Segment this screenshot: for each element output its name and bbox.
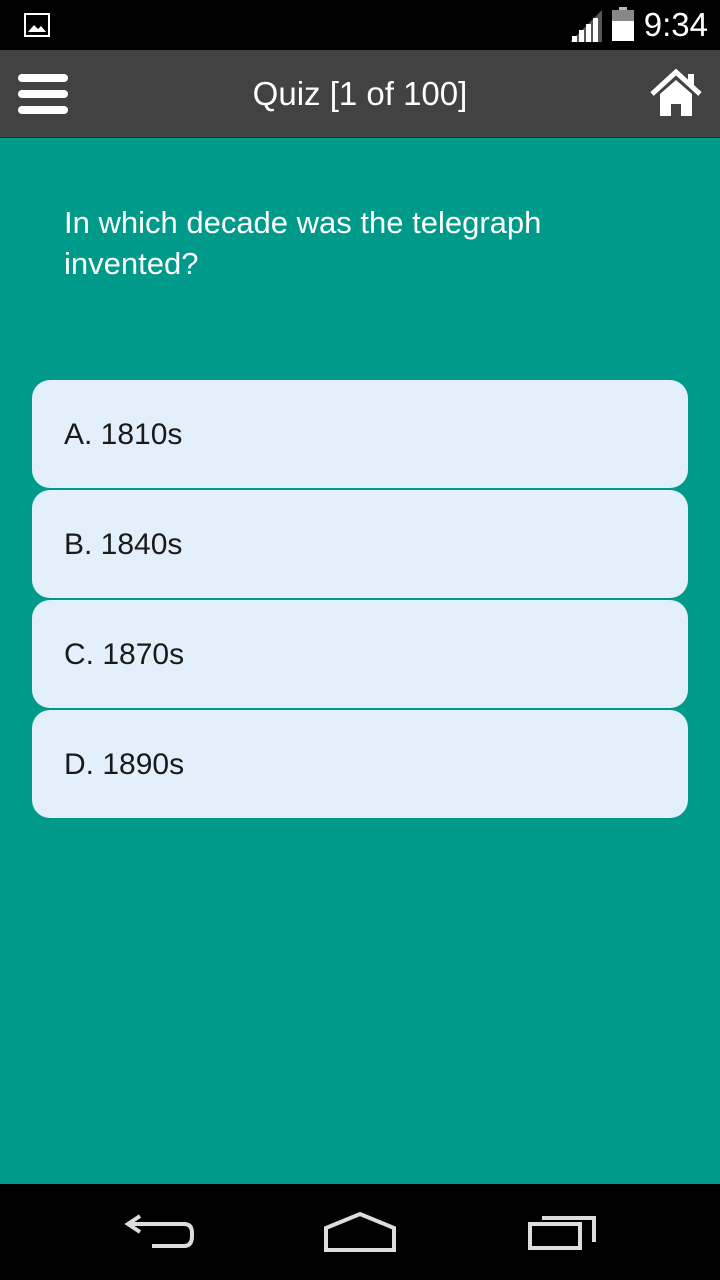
recent-apps-icon[interactable] (524, 1208, 600, 1256)
status-bar: 9:34 (0, 0, 720, 50)
home-icon[interactable] (648, 66, 704, 122)
system-nav-bar (0, 1184, 720, 1280)
quiz-content: In which decade was the telegraph invent… (0, 138, 720, 1184)
answer-option-b[interactable]: B. 1840s (32, 490, 688, 598)
answer-label: C. 1870s (64, 638, 185, 671)
home-nav-icon[interactable] (322, 1208, 398, 1256)
question-text: In which decade was the telegraph invent… (64, 205, 542, 281)
app-bar: Quiz [1 of 100] (0, 50, 720, 138)
answer-option-a[interactable]: A. 1810s (32, 380, 688, 488)
answer-option-d[interactable]: D. 1890s (32, 710, 688, 818)
image-notification-icon (24, 13, 50, 37)
battery-icon (612, 7, 634, 41)
status-time: 9:34 (643, 6, 708, 43)
signal-icon (570, 10, 602, 42)
answer-label: D. 1890s (64, 748, 185, 781)
back-icon[interactable] (122, 1208, 198, 1256)
answer-label: B. 1840s (64, 528, 183, 561)
answer-list: A. 1810s B. 1840s C. 1870s D. 1890s (32, 380, 688, 820)
answer-label: A. 1810s (64, 418, 183, 451)
answer-option-c[interactable]: C. 1870s (32, 600, 688, 708)
page-title: Quiz [1 of 100] (252, 75, 468, 112)
